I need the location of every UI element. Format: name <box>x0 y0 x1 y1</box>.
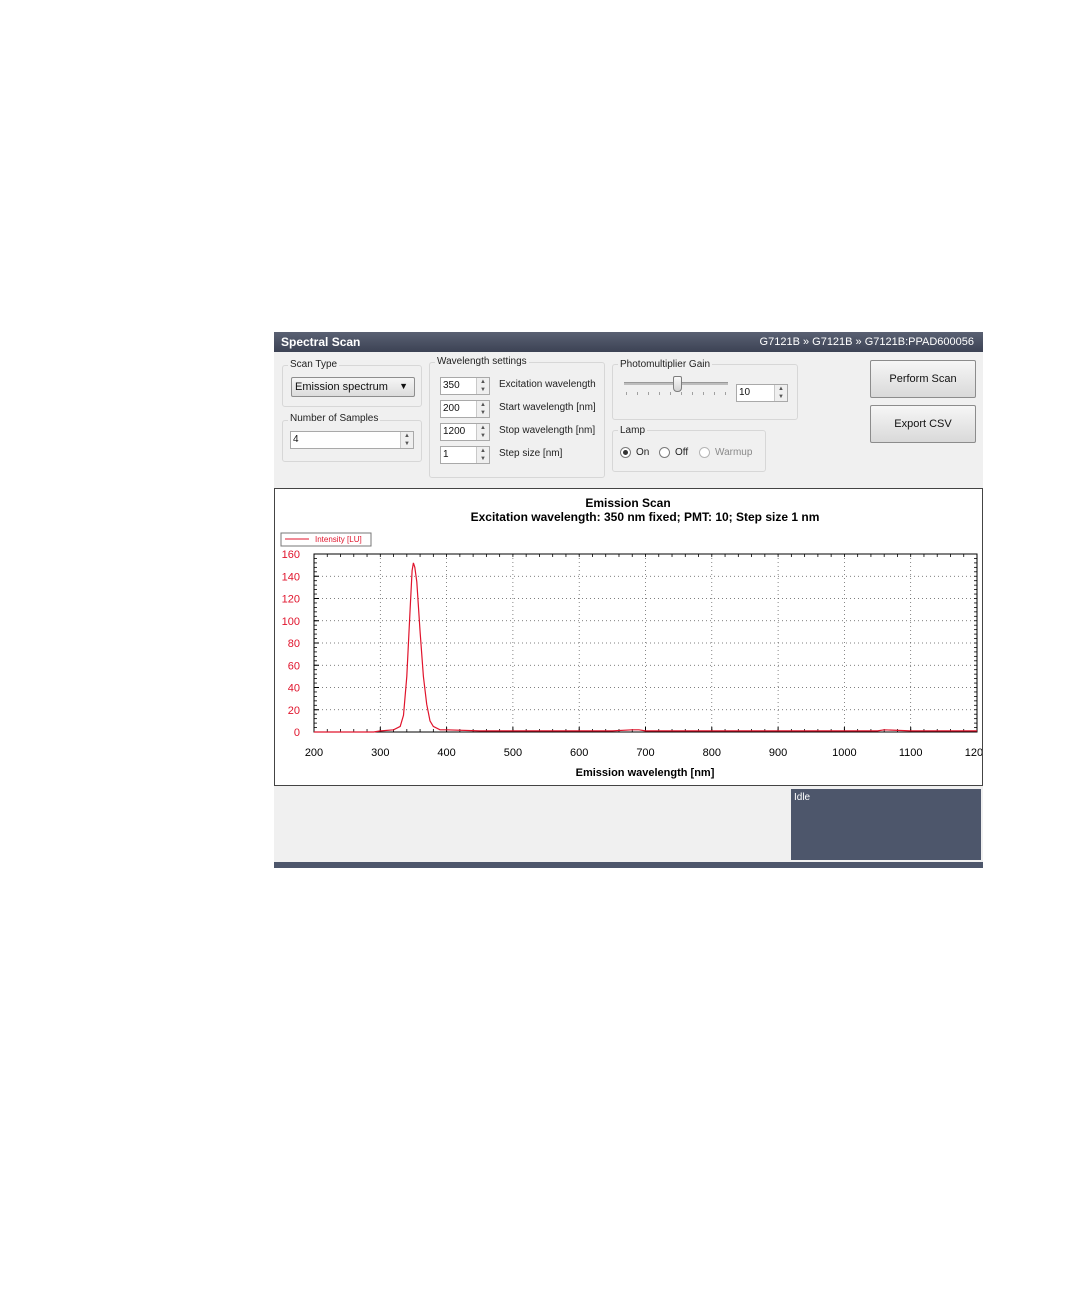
lamp-off-radio[interactable] <box>659 447 670 458</box>
status-text: Idle <box>794 792 811 803</box>
x-tick-label: 800 <box>703 747 721 759</box>
pmt-slider-thumb[interactable] <box>673 376 682 392</box>
y-tick-label: 0 <box>294 727 300 739</box>
excitation-spin-buttons[interactable]: ▲ ▼ <box>476 378 489 394</box>
lamp-off-label[interactable]: Off <box>675 447 688 458</box>
x-tick-label: 300 <box>371 747 389 759</box>
samples-label: Number of Samples <box>288 413 381 424</box>
x-tick-label: 1000 <box>832 747 856 759</box>
spectral-scan-window: Spectral Scan G7121B » G7121B » G7121B:P… <box>274 332 989 868</box>
y-tick-label: 120 <box>282 594 300 606</box>
pmt-label: Photomultiplier Gain <box>618 359 713 370</box>
arrow-up-icon[interactable]: ▲ <box>477 447 489 455</box>
x-tick-label: 200 <box>305 747 323 759</box>
pmt-gain-value: 10 <box>739 387 751 398</box>
lamp-warmup-radio <box>699 447 710 458</box>
pmt-gain-input[interactable]: 10 ▲ ▼ <box>736 384 788 402</box>
stop-wavelength-input[interactable]: 1200 ▲ ▼ <box>440 423 490 441</box>
arrow-down-icon[interactable]: ▼ <box>477 386 489 394</box>
arrow-down-icon[interactable]: ▼ <box>477 432 489 440</box>
x-tick-label: 900 <box>769 747 787 759</box>
scan-type-label: Scan Type <box>288 359 340 370</box>
chart-panel: Emission Scan Excitation wavelength: 350… <box>274 488 989 786</box>
pmt-slider[interactable] <box>624 376 730 400</box>
start-wavelength-input[interactable]: 200 ▲ ▼ <box>440 400 490 418</box>
start-wavelength-label: Start wavelength [nm] <box>499 402 596 413</box>
breadcrumb[interactable]: G7121B » G7121B » G7121B:PPAD600056 <box>760 336 974 348</box>
emission-scan-chart: Emission Scan Excitation wavelength: 350… <box>280 496 989 779</box>
y-tick-label: 20 <box>288 705 300 717</box>
start-spin-buttons[interactable]: ▲ ▼ <box>476 401 489 417</box>
y-axis-ticks: 0 20 40 60 80 100 120 140 160 <box>282 549 977 739</box>
y-tick-label: 40 <box>288 683 300 695</box>
legend-label: Intensity [LU] <box>315 535 362 544</box>
x-axis-ticks: 200 300 400 500 600 700 800 900 1000 1100 1200 <box>305 554 989 759</box>
export-csv-button[interactable]: Export CSV <box>870 405 976 443</box>
step-size-input[interactable]: 1 ▲ ▼ <box>440 446 490 464</box>
samples-stepper[interactable]: 4 ▲ ▼ <box>290 431 414 449</box>
step-spin-buttons[interactable]: ▲ ▼ <box>476 447 489 463</box>
lamp-on-label[interactable]: On <box>636 447 649 458</box>
chart-legend: Intensity [LU] <box>280 532 372 547</box>
scan-type-dropdown[interactable]: Emission spectrum ▼ <box>291 377 415 397</box>
stop-spin-buttons[interactable]: ▲ ▼ <box>476 424 489 440</box>
step-size-value: 1 <box>443 449 449 460</box>
arrow-up-icon[interactable]: ▲ <box>477 378 489 386</box>
y-tick-label: 100 <box>282 616 300 628</box>
samples-value: 4 <box>293 434 299 445</box>
chart-title: Emission Scan <box>585 496 670 510</box>
arrow-up-icon[interactable]: ▲ <box>401 432 413 440</box>
arrow-down-icon[interactable]: ▼ <box>401 440 413 448</box>
arrow-up-icon[interactable]: ▲ <box>775 385 787 393</box>
x-tick-label: 500 <box>504 747 522 759</box>
excitation-wavelength-label: Excitation wavelength <box>499 379 596 390</box>
lamp-warmup-label: Warmup <box>715 447 753 458</box>
x-tick-label: 600 <box>570 747 588 759</box>
y-tick-label: 80 <box>288 638 300 650</box>
lamp-on-radio[interactable] <box>620 447 631 458</box>
title-bar: Spectral Scan G7121B » G7121B » G7121B:P… <box>274 332 983 352</box>
excitation-wavelength-value: 350 <box>443 380 460 391</box>
arrow-down-icon[interactable]: ▼ <box>775 393 787 401</box>
x-tick-label: 1200 <box>965 747 982 759</box>
chart-grid <box>314 554 977 732</box>
x-tick-label: 1100 <box>899 747 923 759</box>
arrow-up-icon[interactable]: ▲ <box>477 401 489 409</box>
x-tick-label: 400 <box>437 747 455 759</box>
stop-wavelength-value: 1200 <box>443 426 466 437</box>
status-panel: Idle <box>791 789 981 860</box>
y-tick-label: 140 <box>282 571 300 583</box>
footer-bar <box>274 862 983 868</box>
chart-subtitle: Excitation wavelength: 350 nm fixed; PMT… <box>471 510 820 524</box>
samples-spin-buttons[interactable]: ▲ ▼ <box>400 432 413 448</box>
pmt-spin-buttons[interactable]: ▲ ▼ <box>774 385 787 401</box>
step-size-label: Step size [nm] <box>499 448 563 459</box>
pmt-slider-ticks <box>626 392 726 395</box>
chevron-down-icon: ▼ <box>399 381 408 391</box>
arrow-down-icon[interactable]: ▼ <box>477 409 489 417</box>
y-tick-label: 160 <box>282 549 300 561</box>
y-tick-label: 60 <box>288 660 300 672</box>
perform-scan-button[interactable]: Perform Scan <box>870 360 976 398</box>
window-title: Spectral Scan <box>281 335 361 349</box>
lamp-label: Lamp <box>618 425 648 436</box>
x-tick-label: 700 <box>636 747 654 759</box>
arrow-down-icon[interactable]: ▼ <box>477 455 489 463</box>
stop-wavelength-label: Stop wavelength [nm] <box>499 425 596 436</box>
excitation-wavelength-input[interactable]: 350 ▲ ▼ <box>440 377 490 395</box>
arrow-up-icon[interactable]: ▲ <box>477 424 489 432</box>
x-axis-label: Emission wavelength [nm] <box>576 767 715 779</box>
scan-type-value: Emission spectrum <box>295 381 388 393</box>
start-wavelength-value: 200 <box>443 403 460 414</box>
wavelength-label: Wavelength settings <box>435 356 529 367</box>
